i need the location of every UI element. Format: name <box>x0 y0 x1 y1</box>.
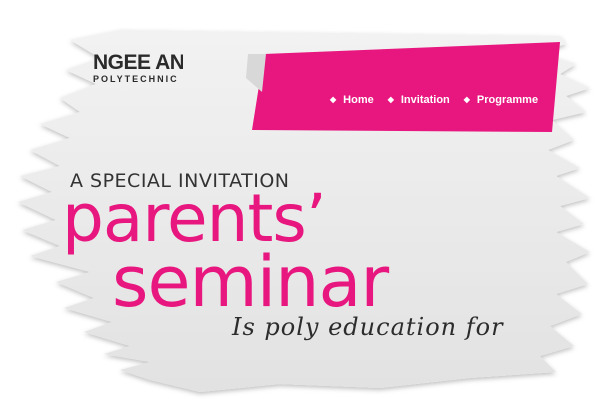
main-nav: ◆ Home ◆ Invitation ◆ Programme <box>330 92 552 108</box>
bullet-icon: ◆ <box>387 95 394 104</box>
header-pink-bar <box>252 42 560 132</box>
logo-subtitle: POLYTECHNIC <box>93 74 179 84</box>
bullet-icon: ◆ <box>463 95 470 104</box>
nav-label-invitation: Invitation <box>400 94 450 106</box>
tagline: Is poly education for <box>232 313 504 341</box>
nav-item-home[interactable]: ◆ Home <box>330 92 388 108</box>
polytechnic-logo[interactable]: NGEE ANN POLYTECHNIC <box>93 52 183 88</box>
nav-item-invitation[interactable]: ◆ Invitation <box>388 92 464 108</box>
bullet-icon: ◆ <box>330 95 337 104</box>
nav-label-programme: Programme <box>476 94 539 106</box>
title-seminar: seminar <box>112 241 389 323</box>
page: NGEE ANN POLYTECHNIC ◆ Home ◆ Invitation… <box>0 0 600 400</box>
logo-title: NGEE ANN <box>93 52 183 74</box>
nav-item-programme[interactable]: ◆ Programme <box>464 92 552 108</box>
nav-label-home: Home <box>343 94 374 106</box>
